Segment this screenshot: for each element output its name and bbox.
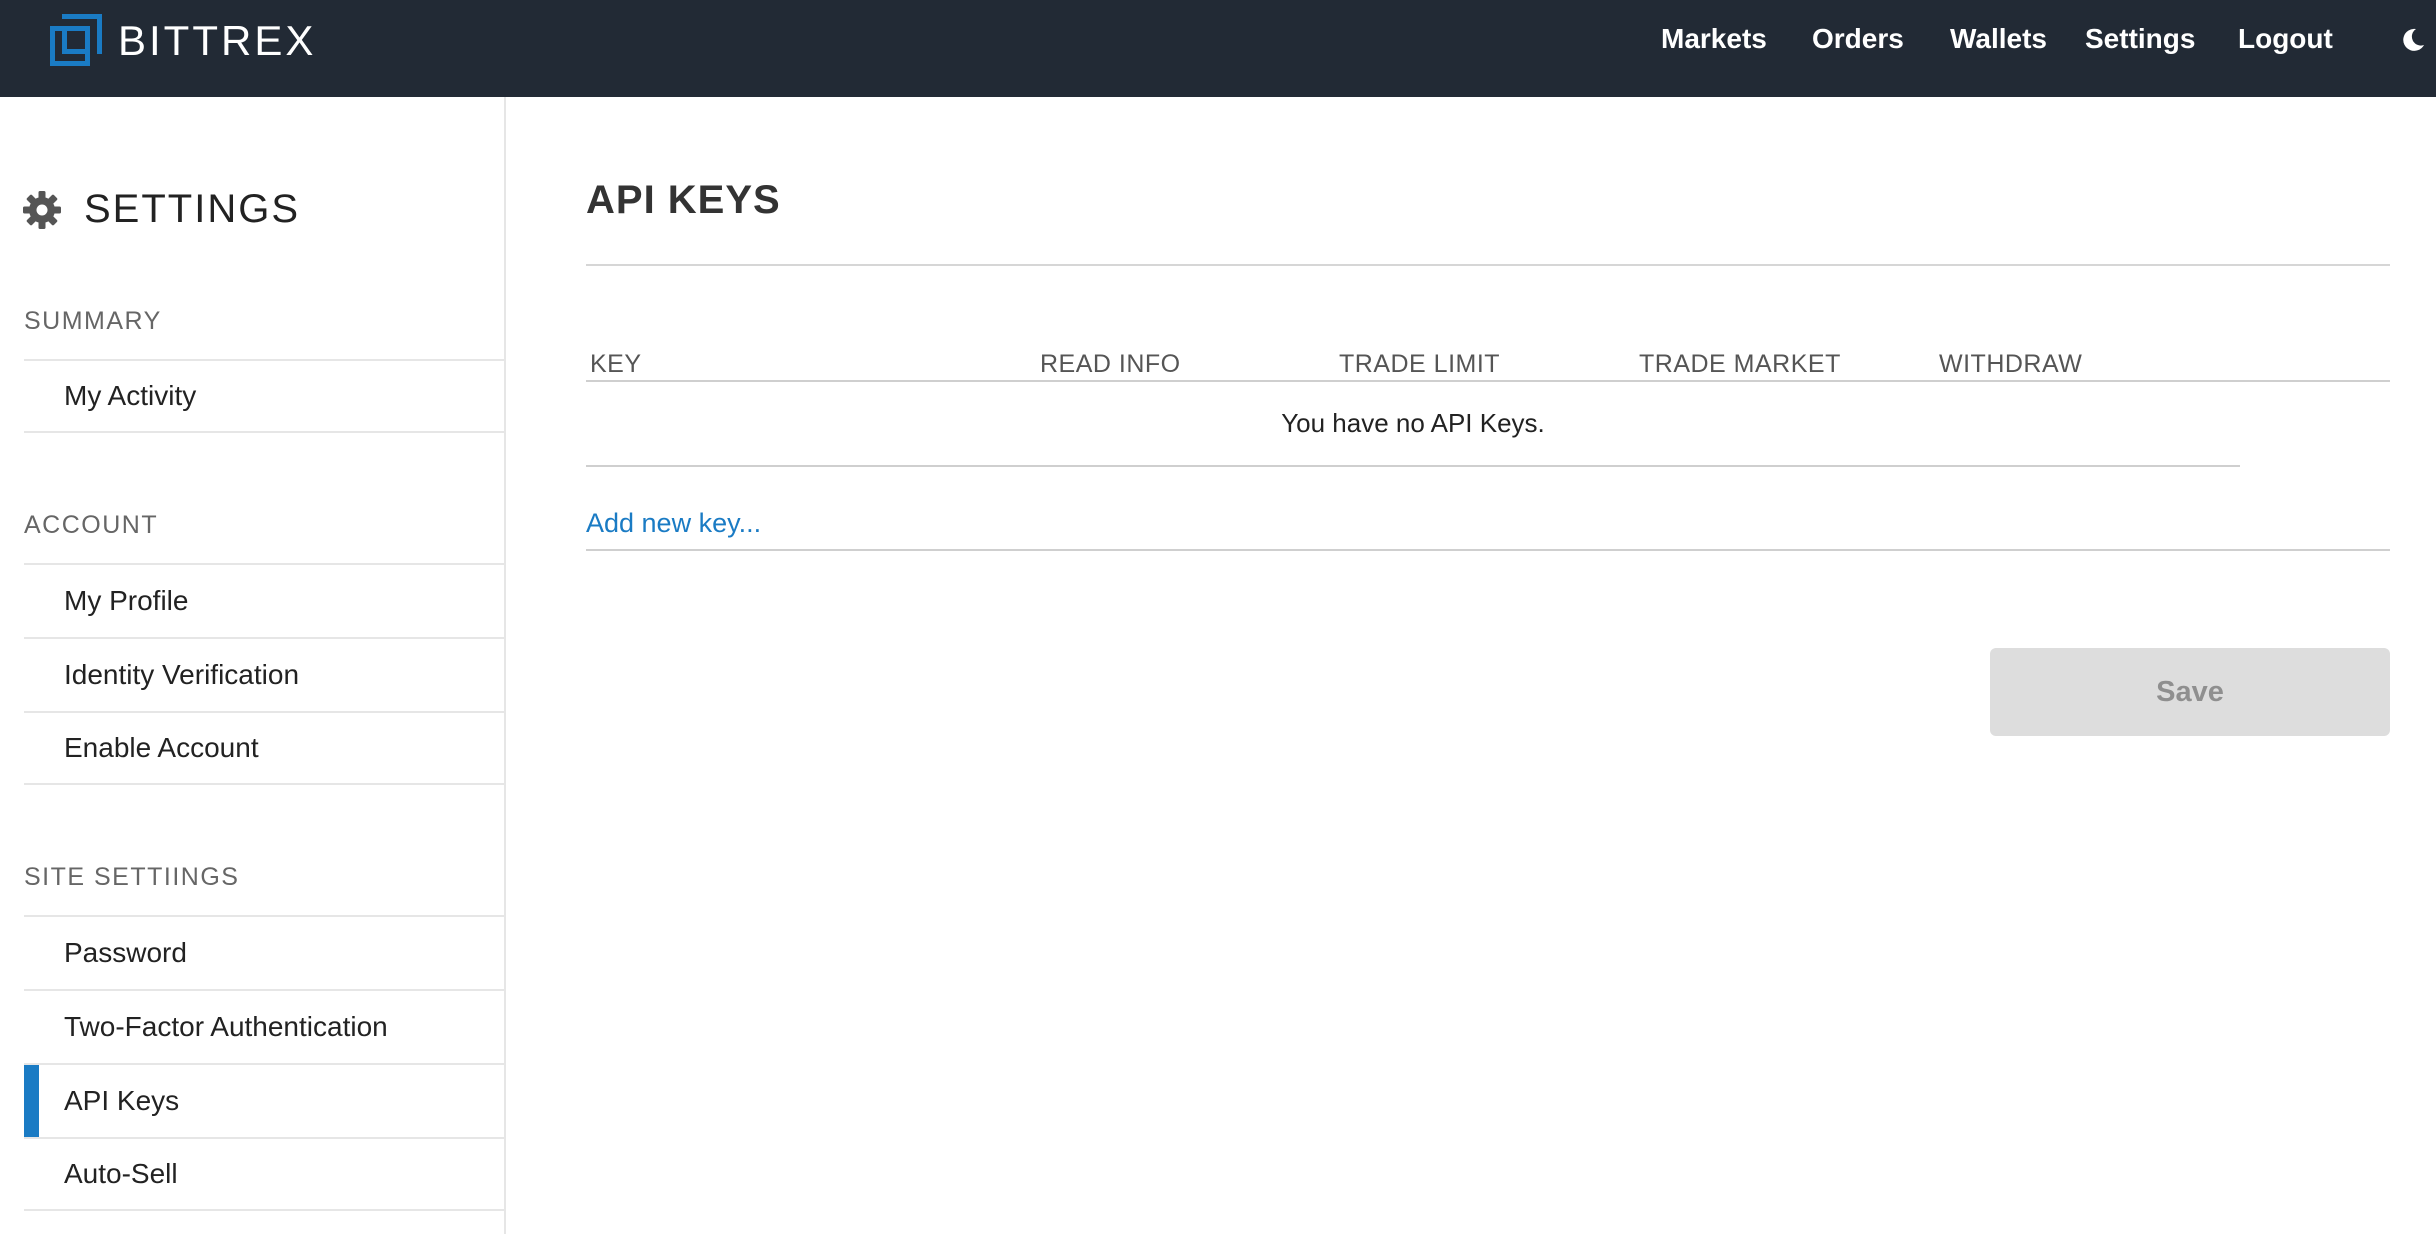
section-label-site-settings: SITE SETTIINGS [24, 863, 240, 891]
sidebar-item-label: Two-Factor Authentication [64, 1011, 388, 1042]
sidebar-item-my-profile[interactable]: My Profile [24, 563, 504, 637]
brand-logo-link[interactable]: BITTREX [50, 13, 316, 69]
sidebar-item-label: Auto-Sell [64, 1158, 178, 1189]
page-title: API KEYS [586, 178, 781, 222]
section-label-account: ACCOUNT [24, 511, 159, 539]
column-header-trade-market: TRADE MARKET [1639, 350, 1841, 378]
sidebar-item-label: Password [64, 937, 187, 968]
brand-name: BITTREX [118, 17, 317, 64]
sidebar-item-enable-account[interactable]: Enable Account [24, 711, 504, 785]
bittrex-logo-icon [50, 14, 104, 68]
sidebar-title-text: SETTINGS [84, 187, 301, 231]
column-header-trade-limit: TRADE LIMIT [1339, 350, 1501, 378]
nav-settings[interactable]: Settings [2085, 23, 2195, 55]
nav-markets[interactable]: Markets [1661, 23, 1767, 55]
sidebar-item-auto-sell[interactable]: Auto-Sell [24, 1137, 504, 1211]
add-new-key-link[interactable]: Add new key... [586, 508, 761, 539]
nav-logout[interactable]: Logout [2238, 23, 2333, 55]
table-header-divider [586, 380, 2390, 382]
sidebar-item-password[interactable]: Password [24, 915, 504, 989]
sidebar-item-label: Enable Account [64, 732, 259, 763]
sidebar-item-two-factor-authentication[interactable]: Two-Factor Authentication [24, 989, 504, 1063]
moon-icon[interactable] [2398, 26, 2426, 54]
empty-table-message: You have no API Keys. [1281, 408, 1545, 438]
column-header-key: KEY [590, 350, 642, 378]
table-divider [586, 465, 2240, 467]
settings-sidebar: SETTINGS SUMMARY My Activity ACCOUNT My … [0, 97, 506, 1234]
top-navbar: BITTREX Markets Orders Wallets Settings … [0, 0, 2436, 97]
sidebar-title: SETTINGS [22, 187, 300, 232]
gear-icon [23, 190, 61, 229]
section-label-summary: SUMMARY [24, 307, 162, 335]
sidebar-item-label: API Keys [64, 1085, 180, 1116]
column-header-withdraw: WITHDRAW [1939, 350, 2083, 378]
add-key-divider [586, 549, 2390, 551]
sidebar-item-my-activity[interactable]: My Activity [24, 359, 504, 433]
column-header-read-info: READ INFO [1040, 350, 1181, 378]
nav-orders[interactable]: Orders [1812, 23, 1904, 55]
sidebar-item-label: Identity Verification [64, 659, 300, 690]
sidebar-item-api-keys[interactable]: API Keys [24, 1063, 504, 1137]
sidebar-item-identity-verification[interactable]: Identity Verification [24, 637, 504, 711]
sidebar-item-label: My Profile [64, 585, 189, 616]
title-divider [586, 264, 2390, 266]
nav-wallets[interactable]: Wallets [1950, 23, 2047, 55]
sidebar-item-label: My Activity [64, 380, 197, 411]
save-button[interactable]: Save [1990, 648, 2390, 736]
